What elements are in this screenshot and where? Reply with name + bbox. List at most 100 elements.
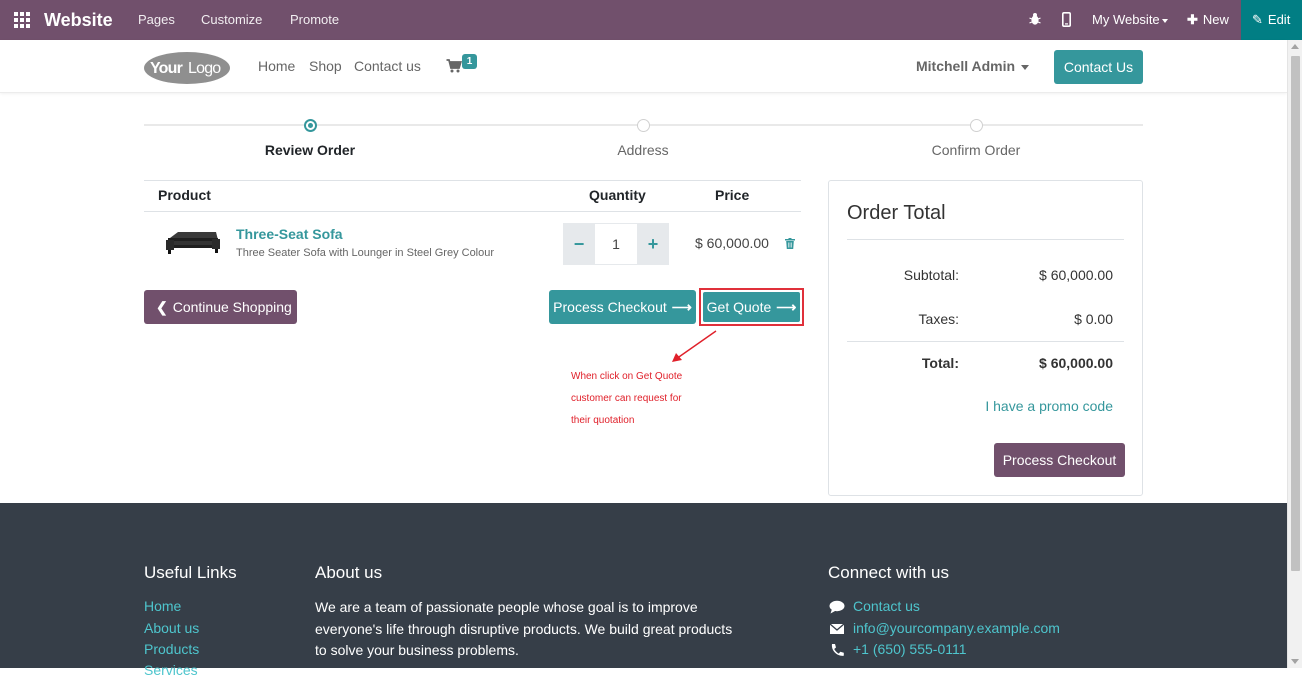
continue-shopping-label: Continue Shopping (172, 299, 292, 315)
page-scrollbar[interactable] (1287, 40, 1302, 668)
divider (847, 341, 1124, 342)
annotation-arrow (672, 330, 717, 362)
connect-contact-link: Contact us (853, 598, 920, 614)
column-header-price: Price (715, 187, 750, 203)
connect-heading: Connect with us (828, 563, 949, 582)
chevron-left-icon: ❮ (156, 299, 168, 315)
order-total-card: Order Total Subtotal: $ 60,000.00 Taxes:… (828, 180, 1143, 496)
connect-phone-row[interactable]: +1 (650) 555-0111 (829, 641, 967, 657)
my-website-label: My Website (1092, 12, 1160, 27)
menu-pages[interactable]: Pages (138, 12, 175, 27)
divider (144, 211, 801, 212)
continue-shopping-button[interactable]: ❮ Continue Shopping (144, 290, 297, 324)
step-review-order: Review Order (264, 142, 356, 158)
my-website-dropdown[interactable]: My Website (1092, 12, 1168, 27)
envelope-icon (829, 623, 845, 635)
plus-icon: ✚ (1187, 12, 1198, 27)
connect-contact-row[interactable]: Contact us (829, 598, 920, 614)
footer-link-products[interactable]: Products (144, 641, 199, 657)
edit-label: Edit (1267, 12, 1291, 27)
total-value: $ 60,000.00 (1039, 355, 1113, 371)
nav-shop[interactable]: Shop (309, 58, 342, 74)
nav-home[interactable]: Home (258, 58, 295, 74)
useful-links-heading: Useful Links (144, 563, 237, 582)
divider (144, 180, 801, 181)
company-logo[interactable]: Your Logo (143, 49, 231, 85)
scroll-up-icon[interactable] (1291, 44, 1299, 49)
quantity-input[interactable]: 1 (595, 223, 637, 265)
mobile-preview-icon[interactable] (1062, 12, 1071, 27)
menu-promote[interactable]: Promote (290, 12, 339, 27)
step-confirm-dot (970, 119, 983, 132)
app-title[interactable]: Website (44, 10, 113, 31)
svg-text:Your: Your (150, 60, 183, 77)
product-name-link[interactable]: Three-Seat Sofa (236, 226, 343, 242)
get-quote-label: Get Quote (706, 299, 772, 315)
quantity-stepper: − 1 + (563, 223, 669, 265)
process-checkout-button[interactable]: Process Checkout ⟶ (549, 290, 696, 324)
arrow-right-icon: ⟶ (671, 299, 692, 315)
step-confirm-order: Confirm Order (931, 142, 1021, 158)
nav-contact-us[interactable]: Contact us (354, 58, 421, 74)
promo-code-link[interactable]: I have a promo code (985, 398, 1113, 414)
scrollbar-thumb[interactable] (1291, 56, 1300, 571)
new-label: New (1202, 12, 1229, 27)
column-header-product: Product (158, 187, 211, 203)
order-total-title: Order Total (847, 202, 946, 224)
minus-icon: − (573, 234, 585, 254)
annotation-line: their quotation (571, 415, 635, 426)
annotation-line: When click on Get Quote (571, 371, 683, 382)
footer-link-about-us[interactable]: About us (144, 620, 199, 636)
caret-down-icon (1161, 18, 1168, 23)
arrow-right-icon: ⟶ (776, 299, 797, 315)
step-address: Address (617, 142, 669, 158)
step-address-dot (637, 119, 650, 132)
step-review-dot (304, 119, 317, 132)
comment-icon (829, 601, 845, 614)
bug-icon[interactable] (1029, 12, 1041, 26)
site-footer: Useful Links Home About us Products Serv… (0, 503, 1287, 678)
subtotal-label: Subtotal: (903, 267, 959, 283)
user-name: Mitchell Admin (916, 58, 1016, 74)
get-quote-button[interactable]: Get Quote ⟶ (703, 292, 800, 322)
svg-text:Logo: Logo (188, 60, 221, 77)
product-image-sofa[interactable] (164, 228, 222, 256)
cart-count-badge: 1 (462, 54, 477, 69)
annotation-note: When click on Get Quote customer can req… (571, 366, 721, 432)
total-label: Total: (921, 355, 959, 371)
summary-process-checkout-button[interactable]: Process Checkout (994, 443, 1125, 477)
get-quote-highlight-box: Get Quote ⟶ (699, 288, 804, 326)
pencil-icon: ✎ (1252, 12, 1263, 27)
phone-icon (831, 644, 844, 657)
taxes-value: $ 0.00 (1074, 311, 1113, 327)
menu-customize[interactable]: Customize (201, 12, 262, 27)
trash-icon[interactable] (785, 238, 795, 249)
plus-icon: + (647, 234, 659, 254)
about-us-text: We are a team of passionate people whose… (315, 599, 733, 658)
quantity-increase-button[interactable]: + (637, 223, 669, 265)
caret-down-icon (1021, 64, 1030, 70)
new-button[interactable]: ✚ New (1187, 12, 1229, 28)
contact-us-button[interactable]: Contact Us (1054, 50, 1143, 84)
column-header-quantity: Quantity (589, 187, 646, 203)
apps-grid-icon[interactable] (14, 12, 30, 28)
admin-topbar: Website Pages Customize Promote My Websi… (0, 0, 1302, 40)
product-description: Three Seater Sofa with Lounger in Steel … (236, 247, 495, 259)
connect-email-row[interactable]: info@yourcompany.example.com (829, 620, 1060, 636)
connect-phone-link: +1 (650) 555-0111 (853, 641, 967, 657)
subtotal-value: $ 60,000.00 (1039, 267, 1113, 283)
footer-link-home[interactable]: Home (144, 598, 181, 614)
shopping-cart-icon[interactable] (446, 58, 462, 74)
site-header: Your Logo Home Shop Contact us 1 Mitchel… (0, 40, 1287, 93)
user-menu[interactable]: Mitchell Admin (916, 58, 1030, 74)
edit-button[interactable]: ✎ Edit (1241, 0, 1302, 40)
process-checkout-label: Process Checkout (553, 299, 667, 315)
quantity-decrease-button[interactable]: − (563, 223, 595, 265)
divider (847, 239, 1124, 240)
footer-link-services[interactable]: Services (144, 662, 198, 678)
scroll-down-icon[interactable] (1291, 659, 1299, 664)
line-price: $ 60,000.00 (695, 235, 769, 251)
connect-email-link: info@yourcompany.example.com (853, 620, 1060, 636)
annotation-line: customer can request for (571, 393, 682, 404)
about-us-heading: About us (315, 563, 383, 582)
